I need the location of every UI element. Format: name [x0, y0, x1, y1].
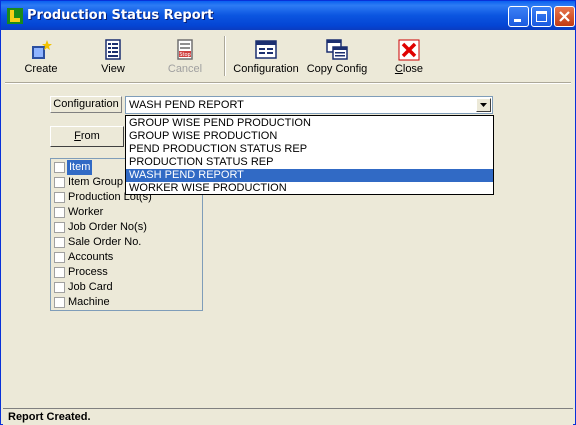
filter-item-label: Accounts [68, 251, 114, 263]
filter-checkbox[interactable] [54, 177, 65, 188]
create-report-icon [32, 40, 52, 59]
filter-checkbox[interactable] [54, 207, 65, 218]
toolbar-separator [224, 36, 226, 76]
view-label: View [101, 63, 125, 75]
dropdown-option[interactable]: GROUP WISE PRODUCTION [126, 130, 493, 143]
status-text: Report Created. [8, 411, 91, 423]
filter-item-label: Job Order No(s) [68, 221, 147, 233]
filter-list-item[interactable]: Sale Order No. [53, 235, 201, 250]
filter-list-item[interactable]: Job Order No(s) [53, 220, 201, 235]
configuration-select[interactable]: WASH PEND REPORT [125, 96, 493, 114]
minimize-button[interactable] [508, 6, 529, 27]
filter-checkbox[interactable] [54, 297, 65, 308]
title-bar[interactable]: Production Status Report [1, 1, 575, 30]
filter-checkbox[interactable] [54, 222, 65, 233]
close-window-button[interactable] [554, 6, 575, 27]
chevron-down-icon [480, 103, 487, 107]
from-button[interactable]: From [50, 126, 124, 147]
copy-config-label: Copy Config [306, 63, 368, 75]
filter-list-item[interactable]: Machine [53, 295, 201, 310]
configuration-dropdown-list[interactable]: GROUP WISE PEND PRODUCTION GROUP WISE PRO… [125, 115, 494, 195]
from-button-rest: rom [80, 130, 100, 142]
close-icon [559, 11, 570, 22]
filter-checkbox[interactable] [54, 282, 65, 293]
filter-list-item[interactable]: Accounts [53, 250, 201, 265]
copy-config-icon [326, 39, 348, 60]
configuration-selected-value: WASH PEND REPORT [129, 99, 244, 111]
copy-config-button[interactable]: Copy Config [303, 34, 371, 78]
filter-item-label: Item [67, 160, 93, 175]
filter-list-item[interactable]: Worker [53, 205, 201, 220]
configuration-button[interactable]: Configuration [231, 34, 301, 78]
filter-checkbox[interactable] [54, 192, 65, 203]
toolbar-divider [5, 82, 571, 84]
close-label: Close [394, 63, 424, 75]
filter-checkbox[interactable] [54, 267, 65, 278]
view-button[interactable]: View [89, 34, 137, 78]
maximize-icon [536, 11, 547, 22]
filter-item-label: Job Card [68, 281, 113, 293]
configuration-icon [255, 40, 277, 59]
configuration-field-label: Configuration [50, 96, 122, 113]
main-window: Production Status Report Create View Sto… [0, 0, 576, 425]
cancel-label: Cancel [167, 63, 203, 75]
svg-text:Stop: Stop [179, 52, 190, 58]
filter-item-label: Process [68, 266, 108, 278]
configuration-label: Configuration [233, 63, 299, 75]
maximize-button[interactable] [531, 6, 552, 27]
close-button[interactable]: Close [385, 34, 433, 78]
dropdown-option[interactable]: PRODUCTION STATUS REP [126, 156, 493, 169]
dropdown-option[interactable]: GROUP WISE PEND PRODUCTION [126, 117, 493, 130]
toolbar: Create View Stop Cancel Configuration Co… [1, 30, 575, 80]
dropdown-option[interactable]: WASH PEND REPORT [126, 169, 493, 182]
stop-icon: Stop [177, 39, 193, 60]
filter-item-label: Machine [68, 296, 110, 308]
filter-checkbox[interactable] [54, 252, 65, 263]
filter-list-item[interactable]: Process [53, 265, 201, 280]
filter-checkbox[interactable] [54, 162, 65, 173]
close-x-icon [398, 39, 420, 61]
filter-item-label: Worker [68, 206, 104, 218]
dropdown-toggle-button[interactable] [476, 98, 491, 112]
dropdown-option[interactable]: WORKER WISE PRODUCTION [126, 182, 493, 195]
filter-checkbox[interactable] [54, 237, 65, 248]
filter-list-item[interactable]: Job Card [53, 280, 201, 295]
cancel-button[interactable]: Stop Cancel [161, 34, 209, 78]
status-bar: Report Created. [3, 408, 573, 425]
create-button[interactable]: Create [17, 34, 65, 78]
filter-item-label: Item Group [68, 176, 124, 188]
create-label: Create [24, 63, 58, 75]
from-button-underlined-char: F [74, 130, 81, 142]
window-title: Production Status Report [27, 8, 214, 23]
filter-item-label: Sale Order No. [68, 236, 142, 248]
dropdown-option[interactable]: PEND PRODUCTION STATUS REP [126, 143, 493, 156]
app-icon [7, 8, 23, 24]
minimize-icon [514, 19, 521, 22]
view-report-icon [105, 39, 121, 60]
